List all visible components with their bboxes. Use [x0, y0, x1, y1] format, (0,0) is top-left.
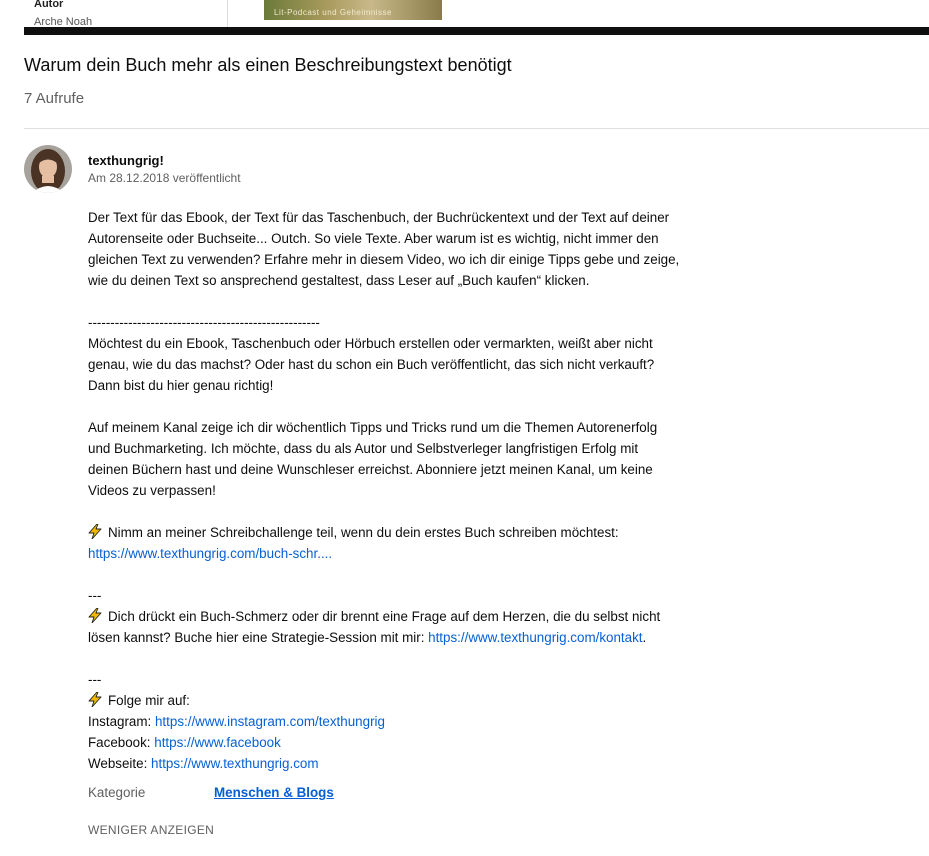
author-heading: Autor	[34, 0, 64, 10]
instagram-label: Instagram:	[88, 714, 155, 729]
description-line: Videos zu verpassen!	[88, 483, 216, 498]
description-line: wie du deinen Text so ansprechend gestal…	[88, 273, 590, 288]
player-bottom-bar	[24, 27, 929, 35]
channel-avatar[interactable]	[24, 145, 72, 193]
website-label: Webseite:	[88, 756, 152, 771]
challenge-line: Nimm an meiner Schreibchallenge teil, we…	[88, 522, 708, 543]
website-line: Webseite: https://www.texthungrig.com	[88, 753, 708, 774]
thumbnail-caption: Lit-Podcast und Geheimnisse	[274, 8, 392, 17]
session-text-2: lösen kannst? Buche hier eine Strategie-…	[88, 630, 429, 645]
description-line: genau, wie du das machst? Oder hast du s…	[88, 357, 655, 372]
description-line: Der Text für das Ebook, der Text für das…	[88, 210, 670, 225]
info-panel: Autor Arche Noah	[24, 0, 227, 28]
separator: ---	[88, 588, 102, 603]
view-count: 7 Aufrufe	[24, 90, 85, 107]
description-line: Auf meinem Kanal zeige ich dir wöchentli…	[88, 420, 658, 435]
challenge-text: Nimm an meiner Schreibchallenge teil, we…	[108, 525, 619, 540]
description-line: Autorenseite oder Buchseite... Outch. So…	[88, 231, 659, 246]
show-less-button[interactable]: WENIGER ANZEIGEN	[88, 823, 214, 837]
facebook-label: Facebook:	[88, 735, 155, 750]
follow-label: Folge mir auf:	[108, 693, 190, 708]
contact-link[interactable]: https://www.texthungrig.com/kontakt	[428, 630, 642, 645]
high-voltage-icon	[88, 524, 102, 539]
video-title: Warum dein Buch mehr als einen Beschreib…	[24, 55, 512, 75]
divider	[24, 128, 929, 129]
video-page: Autor Arche Noah Lit-Podcast und Geheimn…	[0, 0, 929, 856]
instagram-line: Instagram: https://www.instagram.com/tex…	[88, 711, 708, 732]
high-voltage-icon	[88, 608, 102, 623]
description-line: und Buchmarketing. Ich möchte, dass du a…	[88, 441, 639, 456]
facebook-line: Facebook: https://www.facebook	[88, 732, 708, 753]
category-label: Kategorie	[88, 785, 146, 800]
session-line: Dich drückt ein Buch-Schmerz oder dir br…	[88, 606, 708, 627]
session-text: Dich drückt ein Buch-Schmerz oder dir br…	[108, 609, 661, 624]
channel-name[interactable]: texthungrig!	[88, 153, 164, 168]
high-voltage-icon	[88, 692, 102, 707]
description-line: Möchtest du ein Ebook, Taschenbuch oder …	[88, 336, 653, 351]
avatar-image	[24, 145, 72, 193]
instagram-link[interactable]: https://www.instagram.com/texthungrig	[155, 714, 385, 729]
challenge-link[interactable]: https://www.texthungrig.com/buch-schr...…	[88, 546, 332, 561]
description-line: deinen Büchern hast und deine Wunschlese…	[88, 462, 653, 477]
session-end: .	[642, 630, 647, 645]
website-link[interactable]: https://www.texthungrig.com	[151, 756, 318, 771]
separator: ----------------------------------------…	[88, 315, 320, 330]
follow-line: Folge mir auf:	[88, 690, 708, 711]
description-line: Dann bist du hier genau richtig!	[88, 378, 274, 393]
session-line-2: lösen kannst? Buche hier eine Strategie-…	[88, 627, 708, 648]
category-link[interactable]: Menschen & Blogs	[214, 785, 334, 800]
description-line: gleichen Text zu verwenden? Erfahre mehr…	[88, 252, 680, 267]
publish-date: Am 28.12.2018 veröffentlicht	[88, 171, 241, 185]
separator: ---	[88, 672, 102, 687]
panel-divider	[227, 0, 228, 27]
facebook-link[interactable]: https://www.facebook	[154, 735, 281, 750]
video-player-area[interactable]: Autor Arche Noah Lit-Podcast und Geheimn…	[24, 0, 929, 35]
video-description: Der Text für das Ebook, der Text für das…	[88, 207, 708, 774]
